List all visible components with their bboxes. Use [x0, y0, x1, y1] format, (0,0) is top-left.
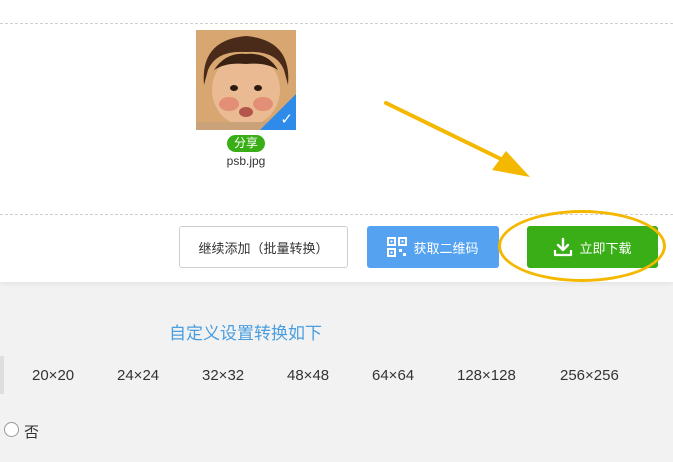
dashed-divider-bottom	[0, 214, 673, 215]
image-thumbnail[interactable]: ✓	[196, 30, 296, 130]
size-option-64[interactable]: 64×64	[372, 367, 414, 384]
share-tag[interactable]: 分享	[227, 135, 265, 152]
size-option-256[interactable]: 256×256	[560, 367, 619, 384]
add-more-button[interactable]: 继续添加（批量转换）	[179, 226, 348, 268]
size-option-48[interactable]: 48×48	[287, 367, 329, 384]
size-row-edge	[0, 356, 4, 394]
radio-no-label: 否	[24, 424, 40, 441]
get-qr-code-label: 获取二维码	[413, 240, 479, 256]
settings-title: 自定义设置转换如下	[169, 324, 322, 343]
get-qr-code-button[interactable]: 获取二维码	[367, 226, 499, 268]
arrow-annotation-icon	[384, 101, 530, 177]
download-icon	[553, 237, 573, 257]
top-strip	[0, 0, 673, 20]
download-now-label: 立即下载	[579, 240, 632, 256]
size-option-24[interactable]: 24×24	[117, 367, 159, 384]
radio-no[interactable]	[4, 422, 19, 437]
dashed-divider-top	[0, 23, 673, 24]
checkmark-icon: ✓	[280, 110, 293, 128]
size-option-32[interactable]: 32×32	[202, 367, 244, 384]
add-more-label: 继续添加（批量转换）	[198, 240, 329, 256]
download-now-button[interactable]: 立即下载	[527, 226, 658, 268]
size-option-20[interactable]: 20×20	[32, 367, 74, 384]
size-option-128[interactable]: 128×128	[457, 367, 516, 384]
qr-code-icon	[387, 237, 408, 257]
file-name: psb.jpg	[226, 154, 266, 168]
